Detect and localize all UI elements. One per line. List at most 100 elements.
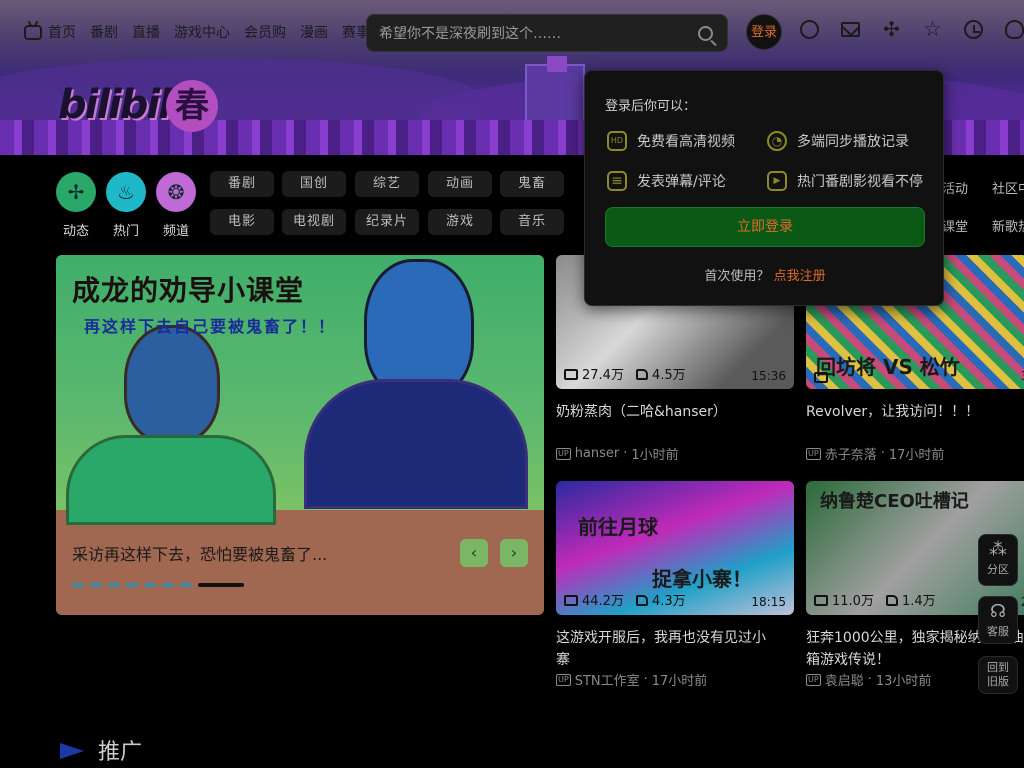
bilibili-logo[interactable]: bilibili 春 [58,80,218,134]
login-avatar-button[interactable]: 登录 [746,14,782,50]
video-uploader[interactable]: UP 袁启聪 · 13小时前 [806,670,931,689]
video-duration: 18:15 [751,595,786,609]
carousel-dot[interactable] [126,583,138,587]
benefit-label: 多端同步播放记录 [797,134,909,150]
benefit-label: 发表弹幕/评论 [637,174,726,190]
carousel-next-button[interactable]: › [500,539,528,567]
vip-icon[interactable] [800,20,819,39]
history-icon[interactable] [964,20,983,39]
channel-tag-guochuang[interactable]: 国创 [282,171,346,197]
channel-tag-variety[interactable]: 综艺 [355,171,419,197]
channel-tag-movie[interactable]: 电影 [210,209,274,235]
channel-label-channels[interactable]: 频道 [156,220,196,239]
video-title[interactable]: 这游戏开服后，我再也没有见过小寨 [556,627,776,671]
login-popover: 登录后你可以： HD 免费看高清视频 多端同步播放记录 发表弹幕/评论 热门番剧… [584,70,944,306]
register-link[interactable]: 点我注册 [774,269,826,284]
channel-tag-anime[interactable]: 番剧 [210,171,274,197]
figure-body [304,379,528,509]
nav-item-home[interactable]: 首页 [24,22,76,42]
nav-item-label: 首页 [48,25,76,41]
side-link-new-songs[interactable]: 新歌热 [992,216,1024,235]
video-stats: 11.0万 1.4万 [814,590,936,609]
dynamics-icon[interactable]: ✣ [882,19,901,39]
upload-time: 17小时前 [888,448,945,463]
like-count: 4.3万 [635,590,686,609]
carousel-dot[interactable] [162,583,174,587]
carousel-dot[interactable] [180,583,192,587]
channel-tag-music[interactable]: 音乐 [500,209,564,235]
upload-time: 17小时前 [651,674,708,689]
like-count-value: 4.5万 [651,368,686,383]
uploader-name: STN工作室 [574,674,640,689]
hd-icon: HD [607,131,627,151]
carousel-dot-active[interactable] [198,583,244,587]
old-version-button[interactable]: 回到旧版 [978,656,1018,694]
carousel-prev-button[interactable]: ‹ [460,539,488,567]
header-icons: ✣ ☆ [800,19,1024,40]
channel-tag-animation[interactable]: 动画 [428,171,492,197]
creator-icon[interactable] [1005,20,1024,39]
carousel-dot[interactable] [144,583,156,587]
upload-time: 13小时前 [875,674,932,689]
channels-icon: ❂ [167,180,185,204]
side-link-course[interactable]: 课堂 [942,216,968,235]
benefit-sync: 多端同步播放记录 [767,131,909,151]
dynamics-circle-button[interactable]: ✢ [56,172,96,212]
carousel-dot[interactable] [108,583,120,587]
like-icon [885,595,898,606]
nav-item-shop[interactable]: 会员购 [244,22,286,42]
service-float-button[interactable]: ☊ 客服 [978,596,1018,644]
video-uploader[interactable]: UP hanser · 1小时前 [556,444,679,463]
search-icon[interactable] [698,26,713,41]
video-uploader[interactable]: UP 赤子奈落 · 17小时前 [806,444,944,463]
flame-icon: ♨ [117,180,135,204]
first-use-line: 首次使用？ 点我注册 [585,265,945,284]
first-use-text: 首次使用？ [704,269,770,284]
side-link-activity[interactable]: 活动 [942,178,968,197]
nav-item-manga[interactable]: 漫画 [300,22,328,42]
video-stats: 27.4万 4.5万 [564,364,686,383]
channel-label-dynamics[interactable]: 动态 [56,220,96,239]
search-input[interactable] [379,23,679,45]
figure-head [124,325,220,443]
nav-item-anime[interactable]: 番剧 [90,22,118,42]
channel-label-hot[interactable]: 热门 [106,220,146,239]
carousel-figure-left [66,325,276,525]
channel-tag-kichiku[interactable]: 鬼畜 [500,171,564,197]
hot-circle-button[interactable]: ♨ [106,172,146,212]
play-count-icon [814,372,828,383]
tv-play-icon [767,171,787,191]
video-thumbnail[interactable]: 前往月球 捉拿小寨！ 44.2万 4.3万 18:15 [556,481,794,615]
channels-circle-button[interactable]: ❂ [156,172,196,212]
channel-tag-game[interactable]: 游戏 [428,209,492,235]
video-title[interactable]: 奶粉蒸肉（二哈&hanser） [556,401,776,423]
message-icon[interactable] [841,22,860,37]
video-title[interactable]: Revolver，让我访问！！！ [806,401,1024,423]
login-now-button[interactable]: 立即登录 [605,207,925,247]
channel-tag-documentary[interactable]: 纪录片 [355,209,419,235]
carousel-dot[interactable] [72,583,84,587]
up-icon: UP [806,447,821,460]
up-icon: UP [556,447,571,460]
play-count-value: 11.0万 [832,594,874,609]
like-count-value: 4.3万 [651,594,686,609]
nav-item-game-center[interactable]: 游戏中心 [174,22,230,42]
benefit-label: 免费看高清视频 [637,134,735,150]
side-link-community[interactable]: 社区中 [992,178,1024,197]
up-icon: UP [556,673,571,686]
figure-body [66,435,276,525]
nav-item-live[interactable]: 直播 [132,22,160,42]
hero-carousel[interactable]: 成龙的劝导小课堂 再这样下去自己要被鬼畜了！！ 采访再这样下去，恐怕要被鬼畜了.… [56,255,544,615]
channel-tag-tv-series[interactable]: 电视剧 [282,209,346,235]
carousel-dot[interactable] [90,583,102,587]
favorites-icon[interactable]: ☆ [923,19,942,40]
video-stats: 44.2万 4.3万 [564,590,686,609]
promo-section-header: 推广 [56,734,142,766]
video-uploader[interactable]: UP STN工作室 · 17小时前 [556,670,707,689]
like-count: 1.4万 [885,590,936,609]
video-stats [814,372,832,383]
play-count-value: 27.4万 [582,368,624,383]
service-label: 客服 [987,625,1009,638]
carousel-caption[interactable]: 采访再这样下去，恐怕要被鬼畜了... [72,541,327,565]
partition-float-button[interactable]: ⁂ 分区 [978,534,1018,586]
